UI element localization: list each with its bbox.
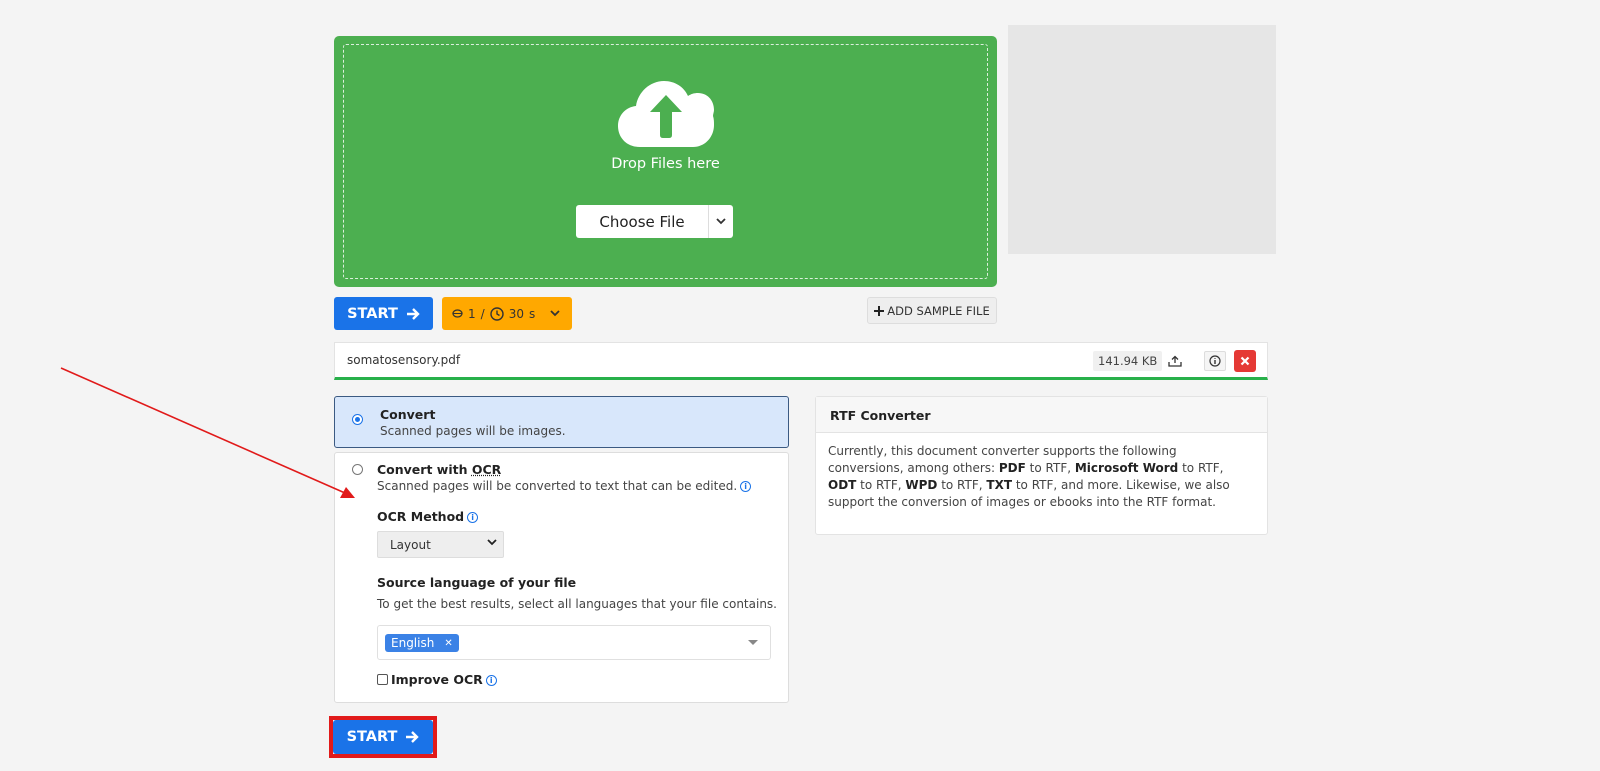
credits-time-dropdown[interactable]: 1 / 30 s [442,297,572,330]
convert-title: Convert [380,407,436,422]
improve-ocr-label-wrap: Improve OCR i [391,672,497,687]
add-sample-file-label: ADD SAMPLE FILE [887,303,990,318]
option-convert-ocr: Convert with OCR Scanned pages will be c… [334,452,789,703]
ocr-method-label-wrap: OCR Method i [377,509,479,524]
description-text: to RTF, [1025,461,1075,475]
description-text: to RTF, [856,478,906,492]
time-value: 30 [508,306,524,321]
info-icon[interactable]: i [485,675,497,686]
ocr-method-value: Layout [390,537,431,552]
format-name: TXT [986,478,1013,492]
start-button[interactable]: START [334,297,433,330]
info-icon [1209,355,1221,367]
convert-ocr-radio[interactable] [352,464,363,475]
rtf-converter-title: RTF Converter [816,397,1267,433]
save-to-cloud-button[interactable] [1164,351,1186,371]
convert-ocr-title-prefix: Convert with [377,462,472,477]
choose-file-button[interactable]: Choose File [576,205,709,238]
option-convert[interactable]: Convert Scanned pages will be images. [334,396,789,448]
plus-icon [874,305,885,316]
start-label: START [347,305,398,322]
format-name: ODT [828,478,857,492]
description-text: to RTF, [1178,461,1224,475]
ocr-method-label: OCR Method [377,509,465,524]
source-language-hint: To get the best results, select all lang… [377,597,777,611]
remove-file-button[interactable] [1234,350,1256,372]
file-dropzone[interactable]: Drop Files here Choose File [334,36,997,287]
convert-ocr-description-wrap: Scanned pages will be converted to text … [377,479,752,493]
cloud-export-icon [1168,355,1182,367]
format-name: PDF [998,461,1026,475]
convert-ocr-description: Scanned pages will be converted to text … [377,479,738,493]
clock-icon [489,306,504,321]
start-label: START [346,729,398,745]
improve-ocr-label: Improve OCR [391,672,483,687]
info-icon[interactable]: i [740,481,752,492]
ocr-abbr: OCR [471,462,502,477]
file-info-button[interactable] [1204,351,1226,371]
choose-file-group: Choose File [576,205,733,238]
chevron-down-icon [487,539,497,546]
uploaded-file-row: somatosensory.pdf 141.94 KB [334,342,1268,380]
arrow-right-icon [406,731,420,743]
description-text: to RTF, [937,478,987,492]
cloud-upload-icon [618,81,714,147]
convert-ocr-title[interactable]: Convert with OCR [377,462,501,477]
remove-language-icon[interactable]: ✕ [444,638,452,649]
coins-icon [452,309,463,318]
chevron-down-icon [716,218,726,225]
format-name: Microsoft Word [1074,461,1179,475]
language-tag-label: English [391,636,435,650]
caret-down-icon[interactable] [748,640,758,645]
file-size-badge: 141.94 KB [1093,351,1163,371]
file-name: somatosensory.pdf [347,353,461,367]
info-icon[interactable]: i [467,512,479,523]
ocr-method-select[interactable]: Layout [377,531,504,558]
drop-files-text: Drop Files here [611,156,720,172]
convert-radio[interactable] [352,414,363,425]
start-button-bottom[interactable]: START [333,720,433,754]
rtf-converter-description: Currently, this document converter suppo… [816,433,1267,511]
choose-file-dropdown-toggle[interactable] [709,205,733,238]
ad-placeholder-image [1008,25,1276,254]
add-sample-file-button[interactable]: ADD SAMPLE FILE [867,297,997,324]
rtf-converter-card: RTF Converter Currently, this document c… [815,396,1268,535]
close-icon [1240,356,1250,366]
arrow-right-icon [406,307,420,320]
annotation-arrow-line [60,367,346,494]
convert-description: Scanned pages will be images. [380,424,566,438]
credits-separator: / [480,306,485,321]
language-tag-english: English ✕ [385,634,459,652]
chevron-down-icon [550,310,560,317]
improve-ocr-checkbox[interactable] [377,674,388,685]
source-language-label: Source language of your file [377,575,577,590]
time-unit: s [528,306,536,321]
credits-count: 1 [468,306,476,321]
source-language-multiselect[interactable]: English ✕ [377,625,771,660]
format-name: WPD [905,478,938,492]
